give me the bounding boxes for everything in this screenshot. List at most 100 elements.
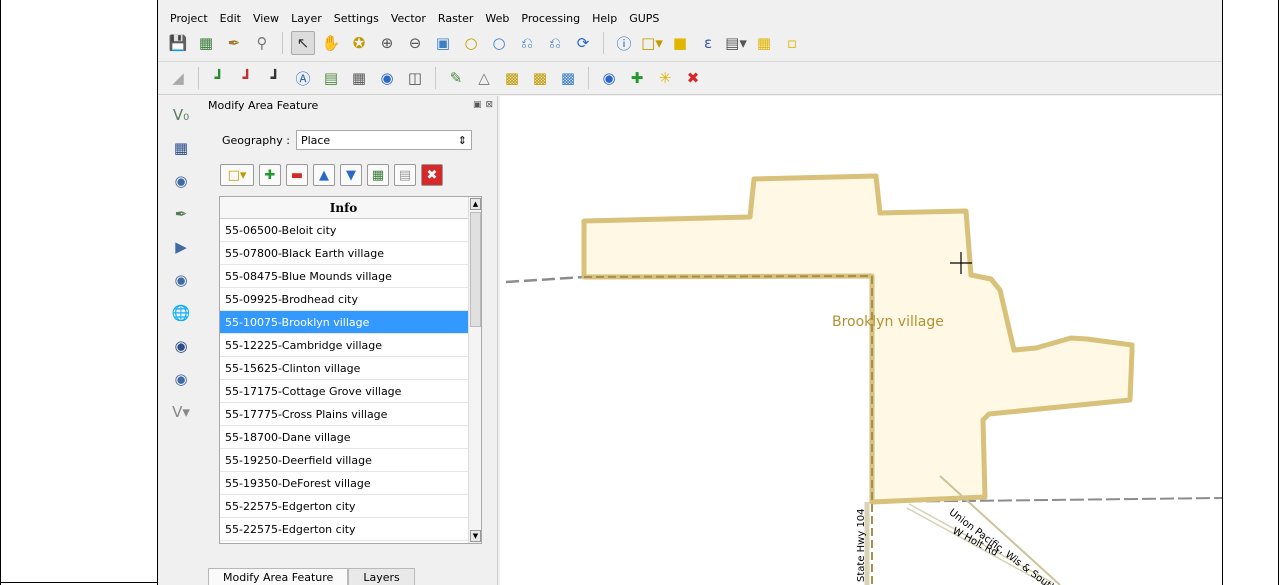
zoom-in-icon[interactable]: ⊕ xyxy=(375,31,399,55)
copy-features-icon[interactable]: ▩ xyxy=(500,66,524,90)
pan-hand-icon[interactable]: ✋ xyxy=(319,31,343,55)
close-icon[interactable]: ⊠ xyxy=(485,100,493,110)
list-item[interactable]: 55-17775-Cross Plains village xyxy=(220,403,469,426)
list-item[interactable]: 55-06500-Beloit city xyxy=(220,219,469,242)
star-marker-icon[interactable]: ✳ xyxy=(653,66,677,90)
scroll-down-icon[interactable]: ▼ xyxy=(470,530,481,542)
delete-icon[interactable]: ✖ xyxy=(421,164,443,186)
add-wfs-layer-icon[interactable]: ◉ xyxy=(168,366,194,392)
search-icon[interactable]: ⚲ xyxy=(250,31,274,55)
move-node-icon[interactable]: ┛ xyxy=(263,66,287,90)
menu-processing[interactable]: Processing xyxy=(521,12,580,25)
list-item[interactable]: 55-17175-Cottage Grove village xyxy=(220,380,469,403)
zoom-last-icon[interactable]: ⎌ xyxy=(515,31,539,55)
add-wcs-layer-icon[interactable]: ◉ xyxy=(168,333,194,359)
select-pointer-icon[interactable]: ↖ xyxy=(291,31,315,55)
paste-features-icon[interactable]: ▩ xyxy=(528,66,552,90)
new-layer-icon[interactable]: V▾ xyxy=(168,399,194,425)
delete-marker-icon[interactable]: ✖ xyxy=(681,66,705,90)
zoom-to-layer-icon[interactable]: ○ xyxy=(459,31,483,55)
annotation-icon[interactable]: ▦ xyxy=(752,31,776,55)
label-icon[interactable]: Ⓐ xyxy=(291,66,315,90)
move-up-icon[interactable]: ▲ xyxy=(313,164,335,186)
expression-select-icon[interactable]: ε xyxy=(696,31,720,55)
text-annotation-icon[interactable]: ▫ xyxy=(780,31,804,55)
save-icon[interactable]: 💾 xyxy=(166,31,190,55)
remove-icon[interactable]: ▬ xyxy=(286,164,308,186)
edit-icon[interactable]: ✎ xyxy=(444,66,468,90)
merge-icon[interactable]: ◉ xyxy=(375,66,399,90)
menu-web[interactable]: Web xyxy=(485,12,509,25)
paint-icon[interactable]: ✒ xyxy=(222,31,246,55)
scroll-up-icon[interactable]: ▲ xyxy=(470,198,481,210)
menu-help[interactable]: Help xyxy=(592,12,617,25)
cut-features-icon[interactable]: ▩ xyxy=(556,66,580,90)
select-dropdown-button[interactable]: □▾ xyxy=(220,164,254,186)
add-spatialite-layer-icon[interactable]: ✒ xyxy=(168,201,194,227)
new-project-icon[interactable]: ▦ xyxy=(194,31,218,55)
add-icon[interactable]: ✚ xyxy=(259,164,281,186)
list-item[interactable]: 55-09925-Brodhead city xyxy=(220,288,469,311)
add-mssql-layer-icon[interactable]: ▶ xyxy=(168,234,194,260)
geography-value: Place xyxy=(300,133,331,147)
list-header[interactable]: Info xyxy=(220,197,481,219)
map-canvas[interactable]: Brooklyn village Union Pacific, Wis & So… xyxy=(500,96,1222,585)
attribute-table-icon[interactable]: ▤ xyxy=(319,66,343,90)
reshape-icon[interactable]: △ xyxy=(472,66,496,90)
field-calculator-icon[interactable]: ▦ xyxy=(347,66,371,90)
menu-edit[interactable]: Edit xyxy=(220,12,241,25)
split-icon[interactable]: ◫ xyxy=(403,66,427,90)
list-item[interactable]: 55-07800-Black Earth village xyxy=(220,242,469,265)
list-item[interactable]: 55-19350-DeForest village xyxy=(220,472,469,495)
web-layer-icon[interactable]: ◉ xyxy=(597,66,621,90)
tab-layers[interactable]: Layers xyxy=(348,568,415,585)
refresh-icon[interactable]: ⟳ xyxy=(571,31,595,55)
float-icon[interactable]: ▣ xyxy=(473,100,482,110)
list-item[interactable]: 55-19250-Deerfield village xyxy=(220,449,469,472)
list-item[interactable]: 55-12225-Cambridge village xyxy=(220,334,469,357)
geography-label: Geography : xyxy=(222,133,290,147)
menu-view[interactable]: View xyxy=(253,12,279,25)
list-item-selected[interactable]: 55-10075-Brooklyn village xyxy=(220,311,469,334)
select-features-icon[interactable]: □▾ xyxy=(640,31,664,55)
add-point-icon[interactable]: ┛ xyxy=(207,66,231,90)
zoom-full-icon[interactable]: ▣ xyxy=(431,31,455,55)
deselect-icon[interactable]: ■ xyxy=(668,31,692,55)
dock-title: Modify Area Feature xyxy=(208,98,319,112)
add-vector-layer-icon[interactable]: V₀ xyxy=(168,102,194,128)
menu-gups[interactable]: GUPS xyxy=(629,12,659,25)
list-scrollbar[interactable]: ▲ ▼ xyxy=(468,197,481,543)
list-item[interactable]: 55-18700-Dane village xyxy=(220,426,469,449)
tab-modify-area-feature[interactable]: Modify Area Feature xyxy=(208,568,349,585)
geography-select[interactable]: Place ⇕ xyxy=(295,130,472,150)
measure-icon[interactable]: ▤▾ xyxy=(724,31,748,55)
menu-raster[interactable]: Raster xyxy=(438,12,473,25)
identify-icon[interactable]: ⓘ xyxy=(612,31,636,55)
scroll-thumb[interactable] xyxy=(470,212,481,327)
qgis-window: Project Edit View Layer Settings Vector … xyxy=(158,0,1223,585)
add-marker-icon[interactable]: ✚ xyxy=(625,66,649,90)
zoom-to-selection-icon[interactable]: ○ xyxy=(487,31,511,55)
add-oracle-layer-icon[interactable]: ◉ xyxy=(168,267,194,293)
menu-project[interactable]: Project xyxy=(170,12,208,25)
crosshair-cursor-icon xyxy=(950,252,972,274)
menu-layer[interactable]: Layer xyxy=(291,12,322,25)
digitize-icon[interactable]: ◢ xyxy=(166,66,190,90)
list-item[interactable]: 55-08475-Blue Mounds village xyxy=(220,265,469,288)
main-toolbar: 💾 ▦ ✒ ⚲ ↖ ✋ ✪ ⊕ ⊖ ▣ ○ ○ ⎌ ⎌ ⟳ ⓘ □▾ ■ ε ▤… xyxy=(158,26,1222,60)
list-item[interactable]: 55-15625-Clinton village xyxy=(220,357,469,380)
delete-point-icon[interactable]: ┛ xyxy=(235,66,259,90)
list-item[interactable]: 55-22575-Edgerton city xyxy=(220,518,469,541)
menu-vector[interactable]: Vector xyxy=(391,12,426,25)
table-icon[interactable]: ▤ xyxy=(394,164,416,186)
map-icon[interactable]: ▦ xyxy=(367,164,389,186)
zoom-next-icon[interactable]: ⎌ xyxy=(543,31,567,55)
list-item[interactable]: 55-22575-Edgerton city xyxy=(220,495,469,518)
move-down-icon[interactable]: ▼ xyxy=(340,164,362,186)
add-postgis-layer-icon[interactable]: ◉ xyxy=(168,168,194,194)
zoom-out-icon[interactable]: ⊖ xyxy=(403,31,427,55)
add-raster-layer-icon[interactable]: ▦ xyxy=(168,135,194,161)
add-wms-layer-icon[interactable]: 🌐 xyxy=(168,300,194,326)
pan-to-selection-icon[interactable]: ✪ xyxy=(347,31,371,55)
menu-settings[interactable]: Settings xyxy=(334,12,379,25)
